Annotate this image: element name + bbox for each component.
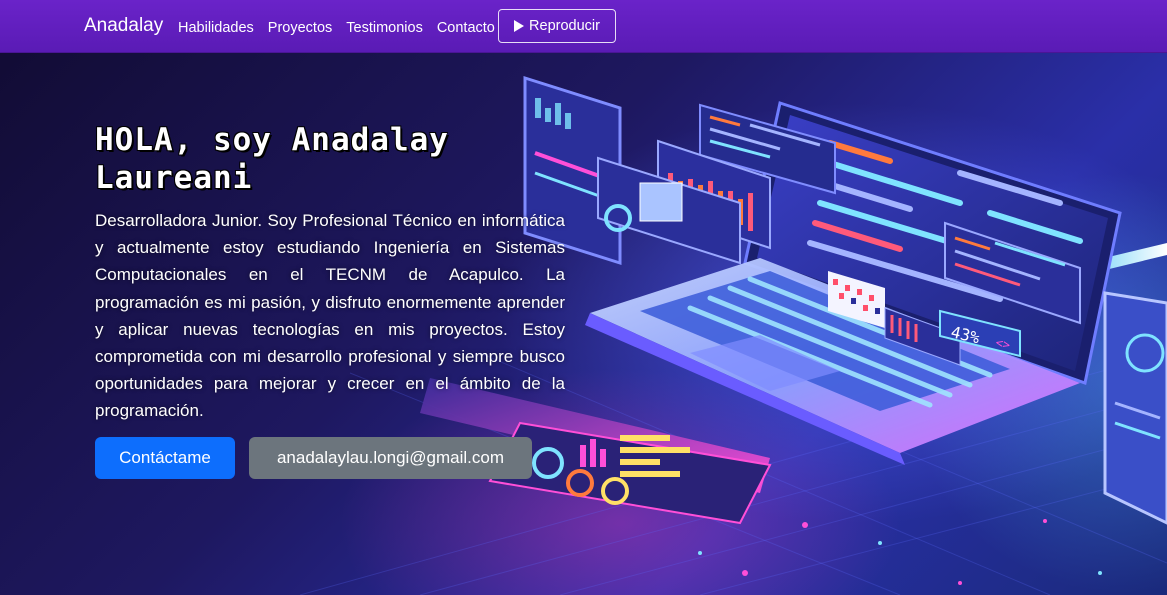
nav-link-proyectos[interactable]: Proyectos: [268, 18, 332, 38]
hero-description: Desarrolladora Junior. Soy Profesional T…: [95, 211, 565, 421]
play-icon: [514, 20, 525, 32]
nav-links: Habilidades Proyectos Testimonios Contac…: [178, 18, 509, 38]
play-button[interactable]: Reproducir: [498, 9, 616, 43]
navbar: Anadalay Habilidades Proyectos Testimoni…: [0, 0, 1167, 53]
nav-link-testimonios[interactable]: Testimonios: [346, 18, 423, 38]
nav-link-contacto[interactable]: Contacto: [437, 18, 495, 38]
play-button-label: Reproducir: [529, 18, 600, 34]
contact-button[interactable]: Contáctame: [95, 437, 235, 479]
nav-link-habilidades[interactable]: Habilidades: [178, 18, 254, 38]
email-button[interactable]: anadalaylau.longi@gmail.com: [249, 437, 532, 479]
hero-section: 43% <> HOLA, soy Anadalay Laureani Desar…: [0, 53, 1167, 595]
brand-link[interactable]: Anadalay: [84, 14, 163, 38]
hero-title: HOLA, soy Anadalay Laureani: [95, 122, 449, 196]
